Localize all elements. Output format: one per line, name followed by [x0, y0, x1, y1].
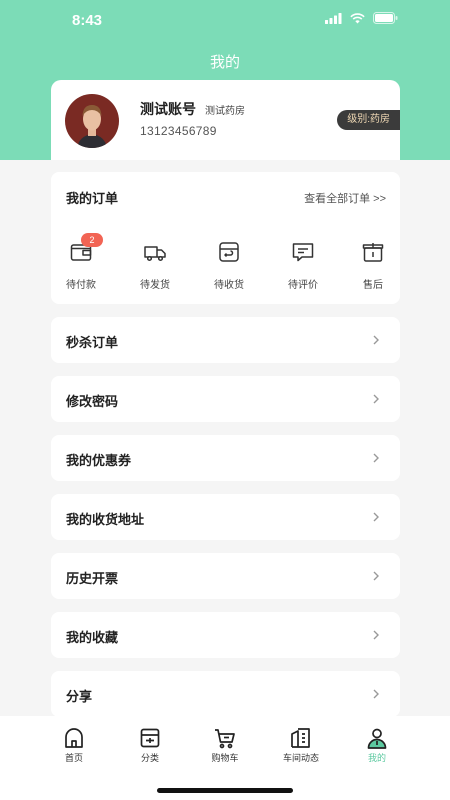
page-title: 我的 — [209, 54, 240, 71]
tab-label: 首页 — [64, 753, 83, 763]
orders-card: 我的订单 查看全部订单 >> 2 待付款 待发货 待收货 待评价 售后 — [51, 172, 400, 304]
phone-number: 13123456789 — [140, 124, 217, 138]
profile-icon — [367, 728, 387, 749]
order-label: 售后 — [363, 280, 383, 291]
menu-item-coupons[interactable]: 我的优惠券 — [51, 435, 400, 481]
chevron-right-icon — [373, 571, 379, 581]
menu-item-label: 分享 — [66, 689, 93, 704]
category-icon — [140, 728, 160, 748]
status-time: 8:43 — [72, 12, 103, 29]
menu-item-favorites[interactable]: 我的收藏 — [51, 612, 400, 658]
order-label: 待评价 — [288, 280, 318, 291]
status-icons — [325, 12, 398, 24]
view-all-orders-link[interactable]: 查看全部订单 >> — [304, 190, 386, 206]
tab-workshop-news[interactable]: 车间动态 — [271, 726, 331, 764]
order-label: 待付款 — [66, 280, 96, 291]
status-bar: 8:43 — [0, 0, 450, 40]
order-pending-payment[interactable]: 2 待付款 — [56, 233, 106, 291]
chevron-right-icon — [373, 335, 379, 345]
menu-item-label: 修改密码 — [66, 394, 119, 409]
profile-card[interactable]: 测试账号 测试药房 13123456789 级别:药房 — [51, 80, 400, 160]
comment-icon — [290, 239, 316, 265]
menu-item-change-password[interactable]: 修改密码 — [51, 376, 400, 422]
chevron-right-icon — [373, 394, 379, 404]
order-pending-shipment[interactable]: 待发货 — [130, 239, 180, 291]
menu-item-addresses[interactable]: 我的收货地址 — [51, 494, 400, 540]
account-name: 测试账号 — [140, 101, 196, 117]
chevron-right-icon — [373, 630, 379, 640]
tab-label: 车间动态 — [282, 753, 319, 763]
phone-screen: 8:43 我的 测试账号 测试药房 13123456789 级别:药房 我的订单… — [0, 0, 450, 800]
avatar[interactable] — [65, 94, 119, 148]
menu-item-invoice-history[interactable]: 历史开票 — [51, 553, 400, 599]
order-pending-receipt[interactable]: 待收货 — [204, 239, 254, 291]
tab-category[interactable]: 分类 — [120, 726, 180, 764]
order-pending-review[interactable]: 待评价 — [278, 239, 328, 291]
menu-item-label: 历史开票 — [66, 571, 119, 586]
menu-item-flash-sale-orders[interactable]: 秒杀订单 — [51, 317, 400, 363]
order-after-sale[interactable]: 售后 — [348, 239, 398, 291]
menu-item-share[interactable]: 分享 — [51, 671, 400, 717]
cart-icon — [215, 729, 235, 749]
pending-payment-badge: 2 — [81, 233, 103, 247]
menu-item-label: 秒杀订单 — [66, 335, 119, 350]
wallet-icon: 2 — [68, 233, 103, 265]
news-icon — [291, 728, 310, 748]
chevron-right-icon — [373, 453, 379, 463]
chevron-right-icon — [373, 689, 379, 699]
signal-icon — [325, 12, 342, 24]
menu-item-label: 我的收货地址 — [66, 512, 145, 527]
order-label: 待收货 — [214, 280, 244, 291]
receive-box-icon — [216, 239, 242, 265]
account-type-tag: 测试药房 — [205, 106, 245, 117]
after-sale-box-icon — [360, 239, 386, 265]
menu-item-label: 我的优惠券 — [66, 453, 132, 468]
menu-item-label: 我的收藏 — [66, 630, 119, 645]
tab-profile[interactable]: 我的 — [347, 726, 407, 764]
wifi-icon — [350, 12, 365, 23]
battery-icon — [373, 12, 398, 24]
tab-label: 我的 — [367, 753, 386, 763]
truck-icon — [142, 239, 168, 265]
level-badge: 级别:药房 — [337, 110, 400, 130]
orders-title: 我的订单 — [66, 191, 119, 206]
home-icon — [65, 728, 83, 748]
tab-cart[interactable]: 购物车 — [195, 726, 255, 764]
tab-label: 分类 — [140, 753, 159, 763]
home-indicator — [157, 788, 293, 793]
tab-home[interactable]: 首页 — [44, 726, 104, 764]
tab-label: 购物车 — [211, 753, 239, 763]
order-label: 待发货 — [140, 280, 170, 291]
chevron-right-icon — [373, 512, 379, 522]
